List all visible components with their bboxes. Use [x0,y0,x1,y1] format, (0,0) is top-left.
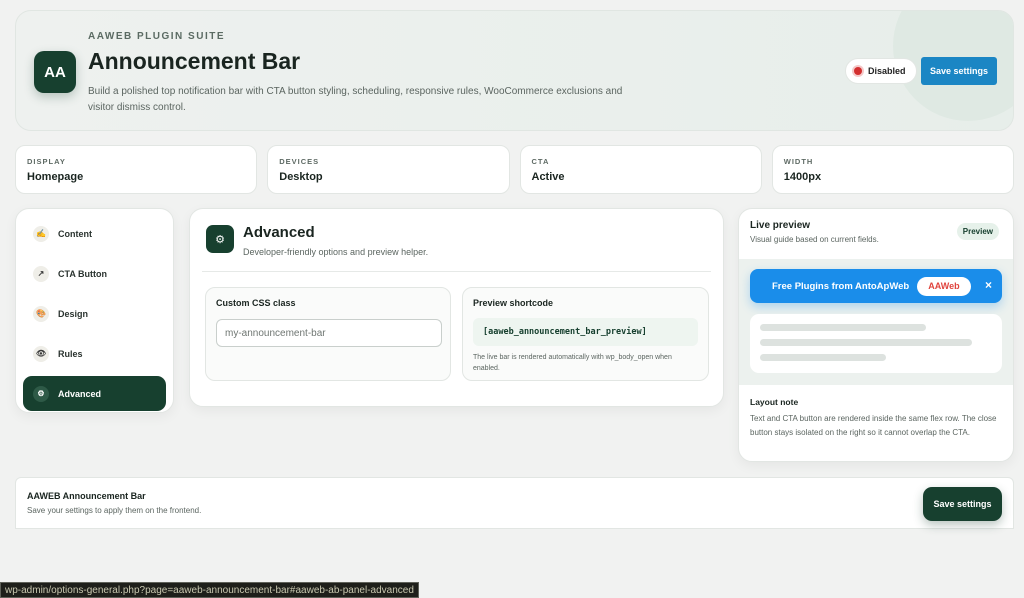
skeleton-line [760,339,972,346]
layout-note-title: Layout note [750,397,799,407]
footer-save-button[interactable]: Save settings [923,487,1002,521]
link-status-bar: wp-admin/options-general.php?page=aaweb-… [0,582,419,598]
eye-icon: 👁 [33,345,49,362]
status-label: Disabled [868,66,906,76]
panel-subtitle: Developer-friendly options and preview h… [243,247,429,257]
stat-width: WIDTH 1400px [771,145,1014,194]
layout-note-text: Text and CTA button are rendered inside … [750,414,997,437]
shortcode-card: Preview shortcode [aaweb_announcement_ba… [462,287,709,381]
sidebar-item-label: Content [58,228,92,239]
live-preview-card: Live preview Visual guide based on curre… [738,208,1014,462]
page-title: Announcement Bar [88,48,301,74]
preview-badge: Preview [956,223,999,240]
status-badge[interactable]: Disabled [845,58,917,84]
skeleton-line [760,324,926,331]
divider [202,271,711,272]
preview-title: Live preview [750,220,811,231]
save-footer: AAWEB Announcement Bar Save your setting… [15,477,1014,529]
sidebar-item-advanced[interactable]: ⚙ Advanced [23,376,166,411]
stat-cta: CTA Active [519,145,762,194]
stat-label: WIDTH [783,157,814,166]
announcement-bar-text: Free Plugins from AntoApWeb [772,280,910,292]
preview-subtitle: Visual guide based on current fields. [750,235,879,244]
palette-icon: 🎨 [33,305,49,322]
stat-label: DISPLAY [27,157,66,166]
footer-subtitle: Save your settings to apply them on the … [27,506,202,515]
sidebar-item-cta-button[interactable]: ↗ CTA Button [23,256,166,291]
header-eyebrow: AAWEB PLUGIN SUITE [88,31,226,42]
stat-value: Desktop [279,171,323,183]
advanced-panel: ⚙ Advanced Developer-friendly options an… [189,208,724,407]
status-url: wp-admin/options-general.php?page=aaweb-… [5,584,414,596]
shortcode-code[interactable]: [aaweb_announcement_bar_preview] [473,318,698,346]
sidebar-item-rules[interactable]: 👁 Rules [23,336,166,371]
stat-value: 1400px [783,171,822,183]
stat-value: Active [531,171,565,183]
announcement-bar-preview: Free Plugins from AntoApWeb AAWeb × [750,269,1002,303]
plugin-logo: AA [34,51,76,93]
sidebar-item-design[interactable]: 🎨 Design [23,296,166,331]
sidebar-item-content[interactable]: ✍ Content [23,216,166,251]
stat-label: DEVICES [279,157,320,166]
sidebar-item-label: Rules [58,348,83,359]
summary-stats: DISPLAY Homepage DEVICES Desktop CTA Act… [15,145,1014,194]
status-dot-icon [854,67,862,75]
skeleton-line [760,354,886,361]
shortcode-note: The live bar is rendered automatically w… [473,354,672,372]
sidebar-item-label: Advanced [58,388,102,399]
pencil-icon: ✍ [33,225,49,242]
page-header: AA AAWEB PLUGIN SUITE Announcement Bar B… [15,10,1014,131]
page-description: Build a polished top notification bar wi… [88,86,623,113]
settings-sidebar: ✍ Content ↗ CTA Button 🎨 Design 👁 Rules … [15,208,174,413]
stat-devices: DEVICES Desktop [267,145,510,194]
header-save-button[interactable]: Save settings [921,57,997,85]
gear-icon: ⚙ [33,385,49,402]
sidebar-item-label: Design [58,308,89,319]
custom-css-input[interactable] [216,319,442,347]
stat-label: CTA [531,157,550,166]
custom-css-label: Custom CSS class [216,298,296,308]
preview-canvas: Free Plugins from AntoApWeb AAWeb × [739,259,1013,385]
panel-title: Advanced [243,224,315,241]
stat-value: Homepage [27,171,84,183]
page-skeleton [750,314,1002,373]
arrow-icon: ↗ [33,265,49,282]
sidebar-item-label: CTA Button [58,268,107,279]
custom-css-card: Custom CSS class [205,287,451,381]
gear-icon: ⚙ [206,225,234,253]
stat-display: DISPLAY Homepage [15,145,258,194]
footer-title: AAWEB Announcement Bar [27,491,146,501]
close-icon[interactable]: × [985,278,992,292]
announcement-cta-button[interactable]: AAWeb [917,276,971,296]
shortcode-label: Preview shortcode [473,298,554,308]
